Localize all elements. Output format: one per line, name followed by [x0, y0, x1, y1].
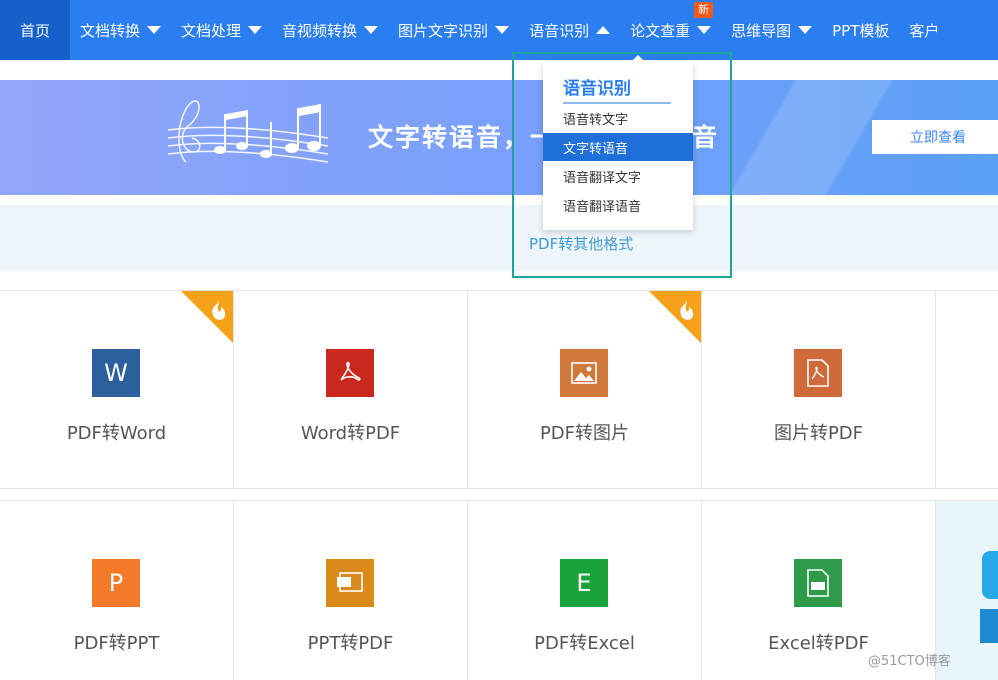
nav-label: 文档处理: [181, 21, 242, 40]
tool-label: PDF转PPT: [73, 633, 160, 654]
tool-ppt-to-pdf[interactable]: PPT转PDF: [234, 501, 468, 680]
tool-label: PDF转图片: [539, 423, 630, 444]
tool-image-to-pdf[interactable]: 图片转PDF: [702, 291, 936, 488]
nav-client[interactable]: 客户: [899, 0, 949, 60]
tool-pdf-to-word[interactable]: W PDF转Word: [0, 291, 234, 488]
nav-label: 音视频转换: [282, 21, 358, 40]
nav-ppt-template[interactable]: PPT模板: [822, 0, 899, 60]
tool-label: 图片转PDF: [773, 423, 864, 444]
hot-fire-icon: [649, 291, 701, 343]
nav-ocr[interactable]: 图片文字识别: [388, 0, 519, 60]
hot-fire-icon: [181, 291, 233, 343]
tool-next-partial: [936, 291, 998, 488]
ppt-pdf-glyph: [337, 572, 363, 592]
nav-home-label: 首页: [19, 21, 50, 40]
word-icon: W: [92, 349, 140, 397]
tool-label: PDF转Word: [66, 423, 167, 444]
pdf-icon: [794, 349, 842, 397]
tool-label: Word转PDF: [300, 423, 401, 444]
nav-thesis-check[interactable]: 论文查重新: [620, 0, 721, 60]
tool-pdf-to-image[interactable]: PDF转图片: [468, 291, 702, 488]
chevron-down-icon: [495, 26, 510, 34]
tool-label: PDF转Excel: [534, 633, 635, 654]
category-strip: PDF转其他格式: [0, 205, 998, 271]
tool-label: PPT转PDF: [307, 633, 394, 654]
excel-pdf-glyph: [807, 569, 829, 597]
chevron-down-icon: [364, 26, 379, 34]
tool-pdf-to-excel[interactable]: E PDF转Excel: [468, 501, 702, 680]
image-glyph: [571, 362, 597, 384]
nav-label: 思维导图: [731, 21, 792, 40]
nav-label: 客户: [909, 21, 940, 40]
float-tab-icon[interactable]: [982, 551, 998, 599]
pdf-icon: [326, 349, 374, 397]
ppt-pdf-icon: [326, 559, 374, 607]
new-badge: 新: [694, 2, 714, 18]
music-notes-icon: [168, 100, 328, 163]
image-icon: [560, 349, 608, 397]
excel-icon: E: [560, 559, 608, 607]
word-glyph: W: [104, 359, 128, 387]
nav-speech[interactable]: 语音识别: [519, 0, 620, 60]
nav-label: PPT模板: [832, 21, 890, 40]
pdf-glyph: [340, 361, 361, 381]
nav-doc-convert[interactable]: 文档转换: [70, 0, 171, 60]
top-nav: 首页 文档转换 文档处理 音视频转换 图片文字识别 语音识别 论文查重新 思维导…: [0, 0, 998, 60]
tools-row-2: P PDF转PPT PPT转PDF E PDF转Excel Excel转PDF: [0, 500, 998, 680]
nav-label: 文档转换: [80, 21, 141, 40]
excel-pdf-icon: [794, 559, 842, 607]
chevron-up-icon: [596, 26, 611, 34]
nav-label: 语音识别: [529, 21, 590, 40]
nav-label: 图片文字识别: [398, 21, 489, 40]
nav-mindmap[interactable]: 思维导图: [721, 0, 822, 60]
nav-home[interactable]: 首页: [0, 0, 70, 60]
chevron-down-icon: [147, 26, 162, 34]
ppt-icon: P: [92, 559, 140, 607]
chevron-down-icon: [697, 26, 712, 34]
pdf-doc-glyph: [807, 359, 829, 387]
chevron-down-icon: [798, 26, 813, 34]
watermark: @51CTO博客: [868, 654, 951, 669]
annotation-highlight-box: [512, 52, 732, 278]
tool-pdf-to-ppt[interactable]: P PDF转PPT: [0, 501, 234, 680]
nav-av-convert[interactable]: 音视频转换: [272, 0, 388, 60]
excel-glyph: E: [576, 569, 592, 597]
promo-banner[interactable]: 文字转语音，一键添加背景音 立即查看: [0, 80, 998, 195]
tool-word-to-pdf[interactable]: Word转PDF: [234, 291, 468, 488]
float-tab-button[interactable]: [980, 609, 998, 643]
nav-label: 论文查重: [630, 21, 691, 40]
tools-row-1: W PDF转Word Word转PDF PDF转图片 图片转PDF: [0, 290, 998, 489]
view-now-button[interactable]: 立即查看: [872, 120, 998, 154]
nav-doc-process[interactable]: 文档处理: [171, 0, 272, 60]
ppt-glyph: P: [108, 569, 124, 597]
chevron-down-icon: [248, 26, 263, 34]
